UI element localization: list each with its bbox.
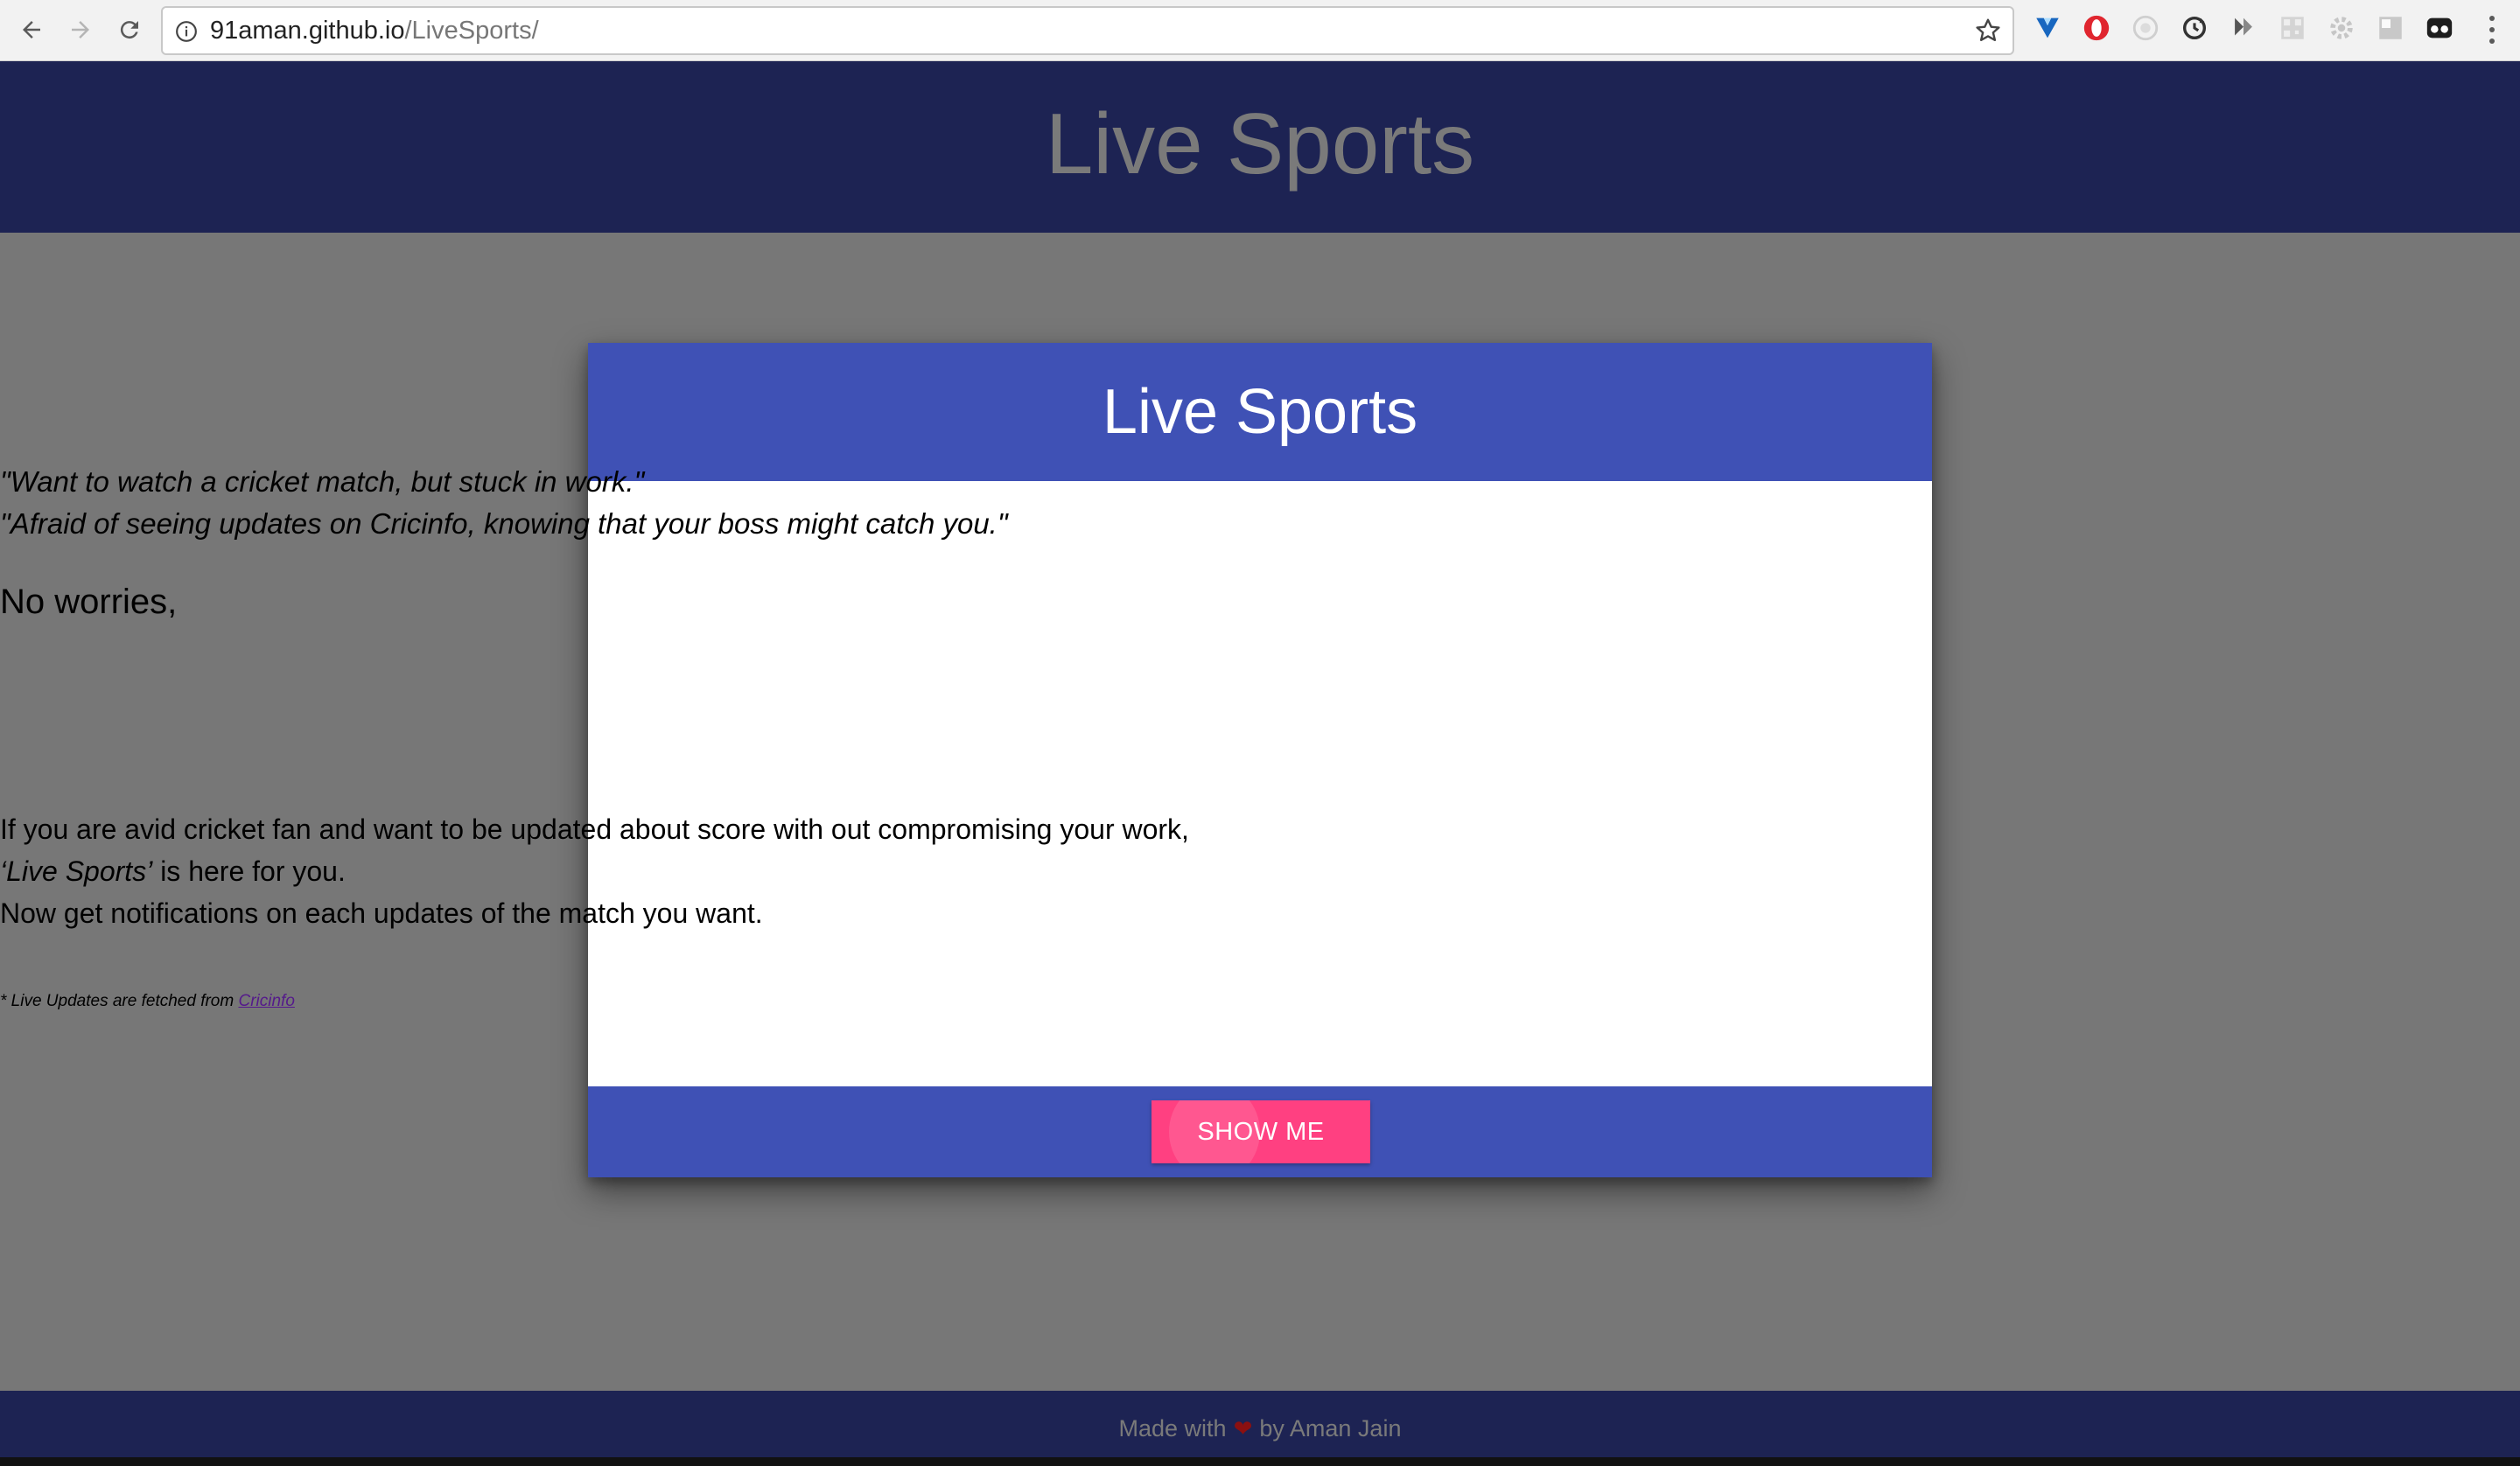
gear-icon[interactable] <box>2326 12 2357 44</box>
menu-dot <box>2489 16 2495 21</box>
mask-glyph <box>2426 17 2453 38</box>
modal-header: Live Sports <box>588 343 1932 481</box>
opera-glyph <box>2083 15 2110 41</box>
description-line-2-rest: is here for you. <box>152 855 346 887</box>
recorder-glyph <box>2132 15 2159 41</box>
browser-toolbar: 91aman.github.io/LiveSports/ <box>0 0 2520 61</box>
bookmark-glyph <box>2235 17 2252 36</box>
no-worries-text: No worries, <box>0 583 178 621</box>
address-bar[interactable]: 91aman.github.io/LiveSports/ <box>161 6 2014 55</box>
footer-made-with: Made with <box>1118 1414 1227 1442</box>
forward-arrow-icon <box>72 21 89 38</box>
back-arrow-icon <box>23 21 40 38</box>
description-line-2: ‘Live Sports’ is here for you. <box>0 855 1344 888</box>
description-line-3: Now get notifications on each updates of… <box>0 897 763 929</box>
browser-menu-button[interactable] <box>2482 12 2502 47</box>
quote-line-2: "Afraid of seeing updates on Cricinfo, k… <box>0 507 1008 540</box>
quote-line-1: "Want to watch a cricket match, but stuc… <box>0 465 645 498</box>
vuetify-glyph <box>2036 17 2059 38</box>
forward-button[interactable] <box>63 12 98 47</box>
mask-icon[interactable] <box>2424 12 2455 44</box>
cricinfo-link[interactable]: Cricinfo <box>238 992 294 1010</box>
reload-button[interactable] <box>112 12 147 47</box>
reload-icon <box>120 21 138 39</box>
show-me-label: SHOW ME <box>1197 1117 1325 1146</box>
info-icon <box>176 21 197 42</box>
gear-glyph <box>2330 17 2353 39</box>
bookmark-icon[interactable] <box>2228 12 2259 44</box>
vuetify-icon[interactable] <box>2032 12 2063 44</box>
heart-icon: ❤ <box>1233 1414 1253 1442</box>
app-name-emphasis: ‘Live Sports’ <box>0 855 153 887</box>
modal-footer: SHOW ME <box>588 1086 1932 1177</box>
url-text[interactable]: 91aman.github.io/LiveSports/ <box>210 8 539 53</box>
bookmark-star-icon[interactable] <box>1974 17 2002 45</box>
modal-title: Live Sports <box>1102 377 1418 447</box>
opera-icon[interactable] <box>2081 12 2112 44</box>
back-button[interactable] <box>14 12 49 47</box>
site-title: Live Sports <box>1045 94 1475 192</box>
panel-icon[interactable] <box>2375 12 2406 44</box>
source-note-text: * Live Updates are fetched from <box>0 992 239 1010</box>
menu-dot <box>2489 38 2495 44</box>
panel-glyph <box>2379 17 2402 39</box>
show-me-button[interactable]: SHOW ME <box>1152 1100 1370 1163</box>
site-header: Live Sports <box>0 61 2520 233</box>
footer-author: by Aman Jain <box>1259 1414 1402 1442</box>
menu-dot <box>2489 27 2495 32</box>
bottom-edge <box>0 1457 2520 1466</box>
sync-icon[interactable] <box>2179 12 2210 44</box>
url-path: /LiveSports/ <box>404 17 539 45</box>
source-note: * Live Updates are fetched from Cricinfo <box>0 992 1344 1011</box>
qr-icon[interactable] <box>2277 12 2308 44</box>
sync-glyph <box>2182 16 2207 40</box>
site-footer: Made with ❤ by Aman Jain <box>0 1391 2520 1466</box>
description-line-1: If you are avid cricket fan and want to … <box>0 813 1189 845</box>
recorder-icon[interactable] <box>2130 12 2161 44</box>
url-host: 91aman.github.io <box>210 17 405 45</box>
qr-glyph <box>2281 17 2304 39</box>
